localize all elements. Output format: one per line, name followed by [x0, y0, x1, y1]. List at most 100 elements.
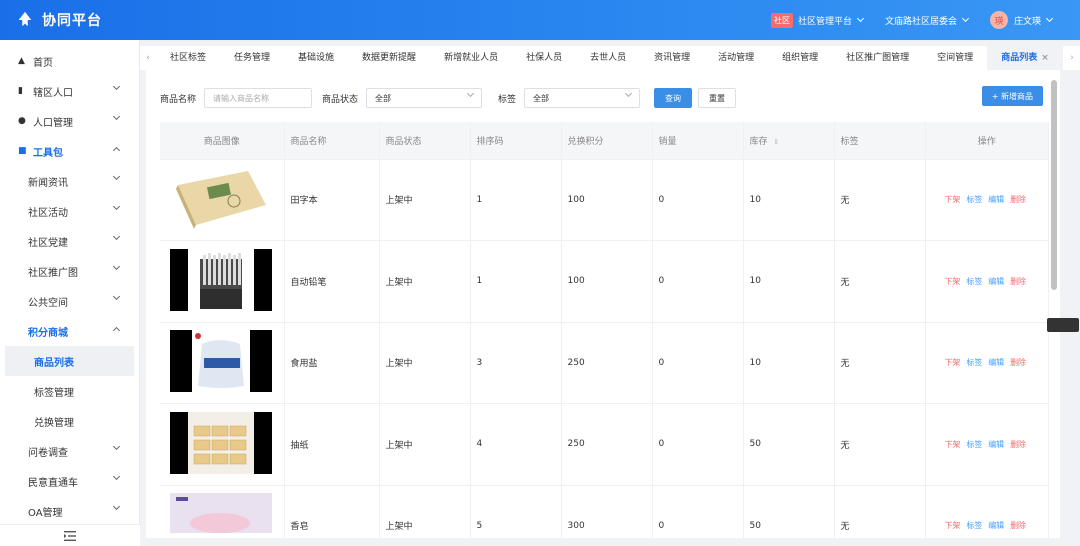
sidebar-item-points-mall[interactable]: 积分商城 — [0, 316, 139, 346]
sidebar-item-public-space[interactable]: 公共空间 — [0, 286, 139, 316]
chevron-down-icon — [112, 262, 121, 271]
query-button[interactable]: 查询 — [654, 88, 693, 108]
tab-new-employment[interactable]: 新增就业人员 — [430, 46, 512, 70]
sort-icon[interactable]: ⇕ — [773, 138, 779, 146]
table-row: 田字本 上架中 1 100 0 10 无 下架 标签 编辑 删除 — [160, 159, 1049, 241]
sidebar-item-label: 首页 — [33, 57, 53, 69]
tab-promo-mgmt[interactable]: 社区推广图管理 — [832, 46, 923, 70]
edit-link[interactable]: 编辑 — [988, 277, 1004, 286]
tab-activity-mgmt[interactable]: 活动管理 — [704, 46, 768, 70]
product-sales: 0 — [652, 403, 744, 486]
delete-link[interactable]: 删除 — [1010, 195, 1026, 204]
reset-button[interactable]: 重置 — [698, 88, 737, 108]
product-sort: 1 — [470, 159, 562, 241]
product-image-cell — [160, 322, 285, 404]
tag-link[interactable]: 标签 — [966, 358, 982, 367]
delete-link[interactable]: 删除 — [1010, 440, 1026, 449]
sidebar-item-product-list[interactable]: 商品列表 — [5, 346, 134, 376]
delete-link[interactable]: 删除 — [1010, 521, 1026, 530]
add-product-button[interactable]: + 新增商品 — [981, 86, 1043, 106]
avatar: 瑛 — [989, 11, 1008, 29]
sidebar-item-promo[interactable]: 社区推广图 — [0, 256, 139, 286]
edit-link[interactable]: 编辑 — [988, 358, 1004, 367]
logo[interactable]: 协同平台 — [0, 10, 200, 30]
user-menu[interactable]: 瑛 庄文瑛 — [989, 11, 1054, 29]
tab-social-security[interactable]: 社保人员 — [512, 46, 576, 70]
tab-task-mgmt[interactable]: 任务管理 — [220, 46, 284, 70]
select-value: 全部 — [375, 93, 392, 103]
off-shelf-link[interactable]: 下架 — [944, 277, 960, 286]
product-status-label: 商品状态 — [322, 94, 359, 105]
off-shelf-link[interactable]: 下架 — [944, 521, 960, 530]
select-value: 全部 — [533, 93, 550, 103]
tab-deceased[interactable]: 去世人员 — [576, 46, 640, 70]
sidebar-item-news[interactable]: 新闻资讯 — [0, 166, 139, 196]
product-stock: 10 — [743, 322, 835, 404]
sidebar-item-label: 社区活动 — [28, 207, 68, 219]
sidebar-item-label: 积分商城 — [28, 327, 68, 339]
edit-link[interactable]: 编辑 — [988, 521, 1004, 530]
platform-switcher[interactable]: 社区 社区管理平台 — [770, 12, 865, 28]
sidebar-item-activities[interactable]: 社区活动 — [0, 196, 139, 226]
chevron-down-icon — [112, 472, 121, 481]
chevron-up-icon — [112, 146, 121, 155]
tag-link[interactable]: 标签 — [966, 277, 982, 286]
edit-link[interactable]: 编辑 — [988, 440, 1004, 449]
scrollbar-thumb[interactable] — [1051, 80, 1057, 290]
sidebar-item-tag-mgmt[interactable]: 标签管理 — [0, 376, 139, 406]
product-points: 100 — [561, 240, 653, 323]
product-image-cell — [160, 485, 285, 538]
off-shelf-link[interactable]: 下架 — [944, 440, 960, 449]
product-status-select[interactable]: 全部 — [366, 88, 483, 108]
sidebar-item-label: 商品列表 — [34, 357, 74, 369]
tabs-scroll-left-icon[interactable]: ‹ — [140, 53, 156, 63]
collapse-sidebar-button[interactable] — [0, 524, 140, 546]
sidebar-item-label: OA管理 — [28, 507, 63, 519]
sidebar-item-opinion[interactable]: 民意直通车 — [0, 466, 139, 496]
tag-link[interactable]: 标签 — [966, 195, 982, 204]
product-image-cell — [160, 240, 285, 323]
col-header-tag: 标签 — [834, 122, 926, 160]
logo-text: 协同平台 — [42, 13, 102, 29]
sidebar-item-exchange-mgmt[interactable]: 兑换管理 — [0, 406, 139, 436]
sidebar-item-label: 人口管理 — [33, 117, 73, 129]
table-row: 自动铅笔 上架中 1 100 0 10 无 下架 标签 编辑 删除 — [160, 240, 1049, 323]
product-name: 香皂 — [284, 485, 380, 538]
tag-link[interactable]: 标签 — [966, 440, 982, 449]
sidebar-item-party[interactable]: 社区党建 — [0, 226, 139, 256]
product-sort: 4 — [470, 403, 562, 486]
floating-widget-icon[interactable] — [1047, 318, 1079, 332]
vertical-scrollbar[interactable] — [1051, 80, 1057, 520]
tab-news-mgmt[interactable]: 资讯管理 — [640, 46, 704, 70]
product-stock: 50 — [743, 485, 835, 538]
tag-link[interactable]: 标签 — [966, 521, 982, 530]
platform-name: 社区管理平台 — [797, 16, 852, 27]
sidebar-item-population[interactable]: ▮ 辖区人口 — [0, 76, 139, 106]
tab-data-update[interactable]: 数据更新提醒 — [348, 46, 430, 70]
tab-infrastructure[interactable]: 基础设施 — [284, 46, 348, 70]
tag-select[interactable]: 全部 — [524, 88, 641, 108]
sidebar-item-home[interactable]: ▲ 首页 — [0, 46, 139, 76]
edit-link[interactable]: 编辑 — [988, 195, 1004, 204]
tabs-scroll-right-icon[interactable]: › — [1064, 53, 1080, 63]
tab-product-list[interactable]: 商品列表 × — [987, 46, 1063, 70]
sidebar-item-label: 工具包 — [33, 147, 63, 159]
off-shelf-link[interactable]: 下架 — [944, 195, 960, 204]
tab-org-mgmt[interactable]: 组织管理 — [768, 46, 832, 70]
close-icon[interactable]: × — [1041, 53, 1049, 63]
sidebar-item-oa[interactable]: OA管理 — [0, 496, 139, 526]
chevron-down-icon — [112, 442, 121, 451]
delete-link[interactable]: 删除 — [1010, 277, 1026, 286]
col-header-stock[interactable]: 库存 ⇕ — [743, 122, 835, 160]
delete-link[interactable]: 删除 — [1010, 358, 1026, 367]
tab-space-mgmt[interactable]: 空间管理 — [923, 46, 987, 70]
community-switcher[interactable]: 文庙路社区居委会 — [885, 14, 970, 27]
product-name-input[interactable]: 请输入商品名称 — [204, 88, 313, 108]
sidebar-item-population-mgmt[interactable]: ● 人口管理 — [0, 106, 139, 136]
off-shelf-link[interactable]: 下架 — [944, 358, 960, 367]
product-image-cell — [160, 403, 285, 486]
tab-community-tags[interactable]: 社区标签 — [156, 46, 220, 70]
sidebar-item-toolkit[interactable]: ■ 工具包 — [0, 136, 139, 166]
sidebar-item-survey[interactable]: 问卷调查 — [0, 436, 139, 466]
user-name: 庄文瑛 — [1013, 16, 1041, 27]
